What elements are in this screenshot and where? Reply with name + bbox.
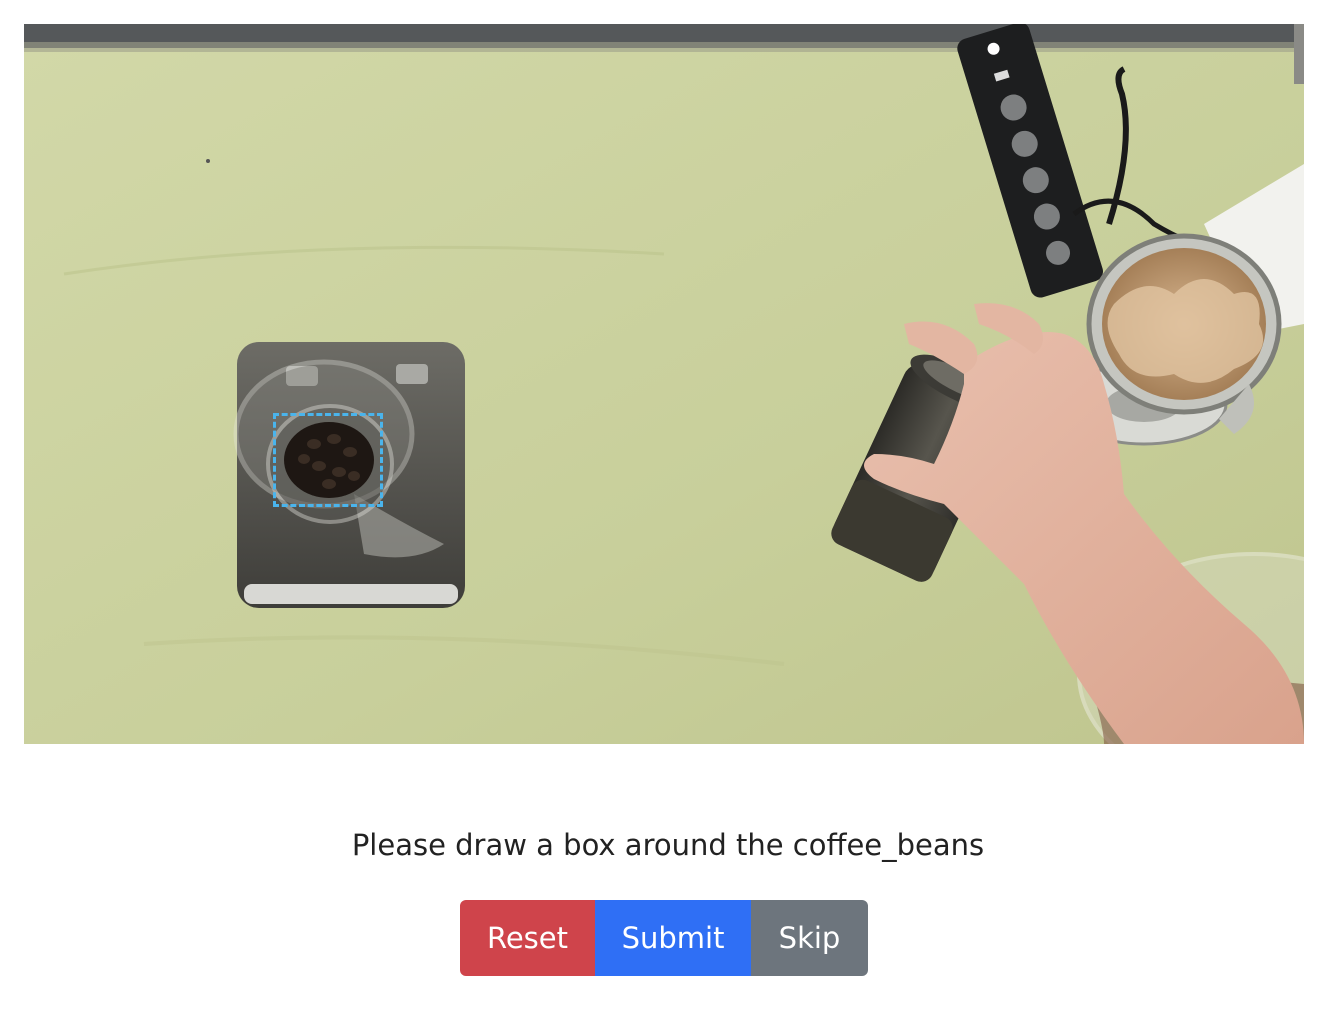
annotation-page: Please draw a box around the coffee_bean…	[0, 0, 1336, 1010]
annotation-canvas[interactable]	[24, 24, 1304, 744]
action-button-group: Reset Submit Skip	[460, 900, 868, 976]
submit-button[interactable]: Submit	[595, 900, 751, 976]
instruction-text: Please draw a box around the coffee_bean…	[351, 828, 985, 862]
scene-image	[24, 24, 1304, 744]
coffee-beans-bounding-box[interactable]	[273, 413, 383, 507]
skip-button[interactable]: Skip	[751, 900, 868, 976]
reset-button[interactable]: Reset	[460, 900, 595, 976]
